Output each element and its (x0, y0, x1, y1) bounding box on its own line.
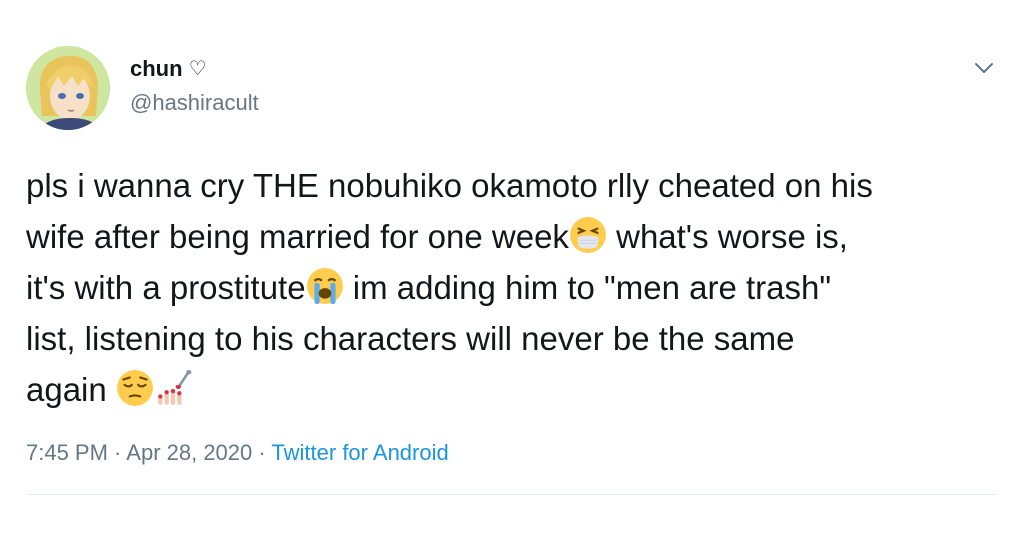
tweet-line-segment: wife after being married for one week (26, 218, 569, 255)
tweet-line: wife after being married for one week wh… (26, 211, 1006, 262)
avatar-image (26, 46, 110, 130)
tweet-line-segment: it's with a prostitute (26, 269, 306, 306)
pensive-face-icon (116, 370, 153, 406)
author-name-row[interactable]: chun ♡ (130, 56, 207, 82)
tweet-line: pls i wanna cry THE nobuhiko okamoto rll… (26, 167, 873, 204)
tweet-meta: 7:45 PM · Apr 28, 2020 · Twitter for And… (26, 440, 449, 466)
tweet-source-link[interactable]: Twitter for Android (271, 440, 448, 465)
meta-separator: · (252, 440, 272, 465)
divider (26, 494, 998, 495)
tweet-line: again (26, 364, 1006, 415)
tweet-line-segment: what's worse is, (606, 218, 848, 255)
avatar[interactable] (26, 46, 110, 130)
tweet-text: pls i wanna cry THE nobuhiko okamoto rll… (26, 160, 1006, 415)
face-with-medical-mask-squint-icon (569, 217, 606, 253)
tweet-line: list, listening to his characters will n… (26, 320, 795, 357)
tweet-line: it's with a prostitute im adding him to … (26, 262, 1006, 313)
nail-polish-icon (158, 370, 192, 405)
tweet-line-segment: again (26, 371, 116, 408)
meta-separator: · (107, 440, 127, 465)
user-handle[interactable]: @hashiracult (130, 90, 259, 116)
heart-icon: ♡ (188, 58, 207, 80)
tweet-line-segment: im adding him to "men are trash" (343, 269, 832, 306)
tweet-date[interactable]: Apr 28, 2020 (126, 440, 252, 465)
display-name[interactable]: chun (130, 56, 183, 82)
tweet-card: chun ♡ @hashiracult pls i wanna cry THE … (0, 0, 1024, 536)
tweet-time[interactable]: 7:45 PM (26, 440, 108, 465)
chevron-down-icon[interactable] (972, 58, 996, 78)
crying-face-icon (306, 268, 343, 304)
